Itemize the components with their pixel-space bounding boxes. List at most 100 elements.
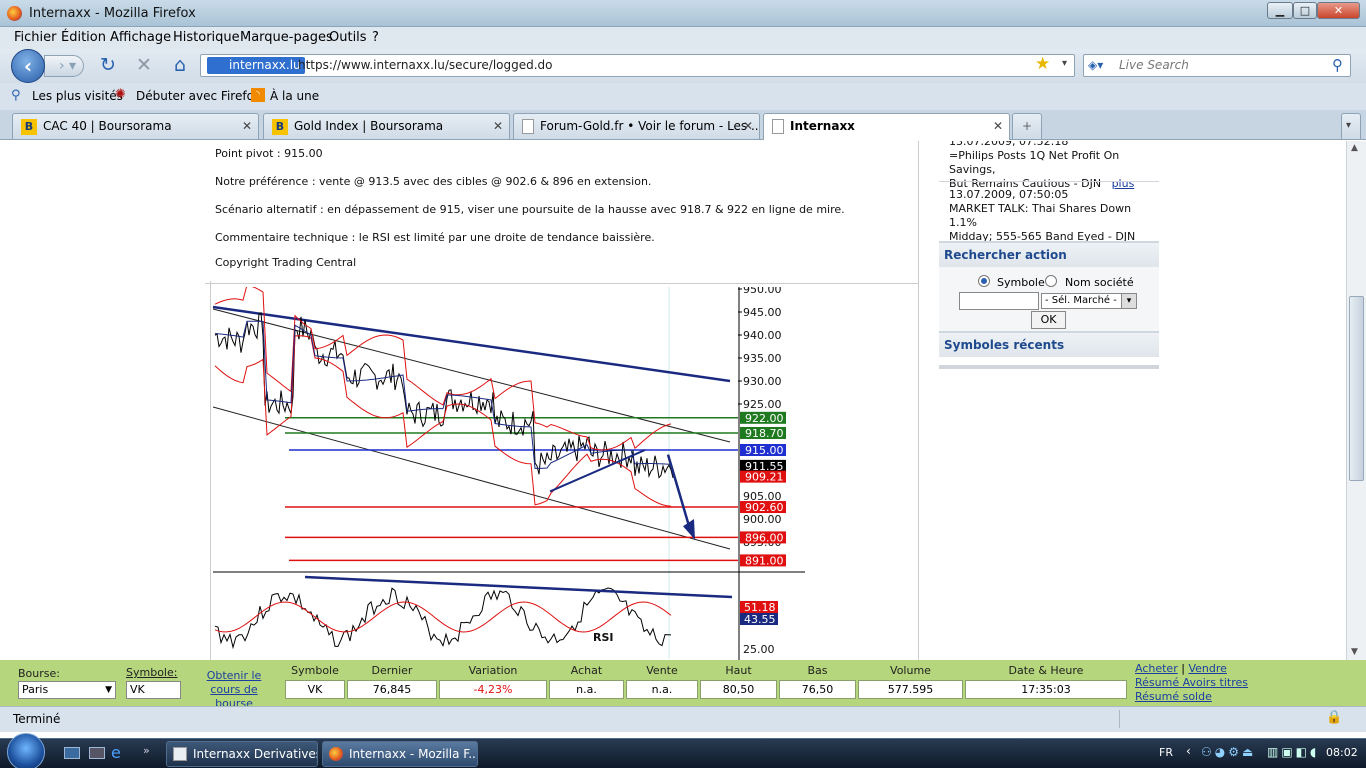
boursorama-icon: B bbox=[21, 118, 37, 135]
buy-link[interactable]: Acheter bbox=[1135, 662, 1178, 675]
show-desktop-icon[interactable] bbox=[64, 747, 80, 759]
company-radio-label: Nom société bbox=[1065, 276, 1134, 289]
get-price-link[interactable]: Obtenir le cours de bourse bbox=[194, 669, 274, 711]
close-window-button[interactable]: ✕ bbox=[1317, 2, 1360, 19]
tab-label: Internaxx bbox=[790, 119, 855, 133]
url-bar[interactable]: internaxx.lu https://www.internaxx.lu/se… bbox=[200, 54, 1075, 77]
lock-icon[interactable]: 🔒 bbox=[1326, 710, 1342, 725]
tab-close-icon[interactable]: ✕ bbox=[493, 114, 503, 138]
balance-summary-link[interactable]: Résumé solde bbox=[1135, 690, 1248, 704]
symbol-input[interactable]: VK bbox=[126, 681, 181, 699]
ok-button[interactable]: OK bbox=[1031, 311, 1066, 329]
stop-icon[interactable]: ✕ bbox=[132, 54, 156, 76]
menu-marque-pages[interactable]: Marque-pages bbox=[240, 30, 333, 45]
search-input[interactable]: Live Search bbox=[1119, 58, 1189, 72]
scroll-down-icon[interactable]: ▼ bbox=[1351, 647, 1358, 657]
start-button[interactable] bbox=[7, 733, 45, 768]
page-icon bbox=[772, 119, 784, 134]
search-icon[interactable]: ⚲ bbox=[1332, 56, 1343, 74]
quicklaunch-more-icon[interactable]: » bbox=[143, 744, 150, 757]
holdings-summary-link[interactable]: Résumé Avoirs titres bbox=[1135, 676, 1248, 690]
clock[interactable]: 08:02 bbox=[1326, 746, 1358, 759]
bookmark-getting-started[interactable]: Débuter avec Firefox bbox=[136, 89, 261, 103]
tab-label: CAC 40 | Boursorama bbox=[43, 119, 172, 133]
menu-edition[interactable]: Édition bbox=[61, 30, 106, 45]
page-content: Point pivot : 915.00 Notre préférence : … bbox=[0, 141, 1346, 660]
tab-forum-gold[interactable]: Forum-Gold.fr • Voir le forum - Les ... … bbox=[513, 113, 760, 139]
tray-expand-icon[interactable]: ‹ bbox=[1186, 744, 1191, 758]
firefox-icon bbox=[329, 747, 343, 761]
col-header-ask: Vente bbox=[646, 664, 678, 677]
scrollbar-thumb[interactable] bbox=[1349, 296, 1364, 481]
page-icon bbox=[522, 119, 534, 134]
firefox-icon bbox=[7, 6, 22, 21]
col-header-high: Haut bbox=[725, 664, 752, 677]
taskbar-item-label: Internaxx - Mozilla F... bbox=[349, 747, 478, 761]
bookmark-most-visited[interactable]: Les plus visités bbox=[32, 89, 123, 103]
maximize-button[interactable]: □ bbox=[1293, 2, 1317, 19]
symbol-radio[interactable] bbox=[978, 275, 990, 287]
menu-outils[interactable]: Outils bbox=[329, 30, 367, 45]
menu-fichier[interactable]: Fichier bbox=[14, 30, 57, 45]
menu-help[interactable]: ? bbox=[372, 30, 379, 45]
bookmark-headlines[interactable]: À la une bbox=[270, 89, 319, 103]
search-box[interactable]: ◈▾ Live Search ⚲ bbox=[1083, 54, 1351, 77]
level-label: 922.00 bbox=[745, 412, 784, 425]
reload-icon[interactable]: ↻ bbox=[96, 54, 120, 76]
menu-affichage[interactable]: Affichage bbox=[110, 30, 171, 45]
title-bar: Internaxx - Mozilla Firefox ▁ □ ✕ bbox=[0, 0, 1366, 27]
language-indicator[interactable]: FR bbox=[1159, 746, 1173, 759]
cell-high: 80,50 bbox=[700, 680, 777, 699]
back-button[interactable]: ‹ bbox=[11, 49, 45, 83]
bourse-select[interactable]: Paris ▼ bbox=[18, 681, 116, 699]
tab-close-icon[interactable]: ✕ bbox=[993, 114, 1003, 138]
column-divider bbox=[918, 141, 919, 660]
tab-list-icon[interactable]: ▾ bbox=[1341, 113, 1361, 139]
y-tick-label: 940.00 bbox=[743, 329, 782, 342]
divider bbox=[205, 283, 919, 284]
taskbar-item-derivatives[interactable]: Internaxx Derivatives... bbox=[166, 741, 318, 767]
taskbar-item-firefox[interactable]: Internaxx - Mozilla F... bbox=[322, 741, 478, 767]
status-text: Terminé bbox=[13, 712, 61, 726]
alternative-text: Scénario alternatif : en dépassement de … bbox=[215, 203, 845, 216]
recent-symbols-heading[interactable]: Symboles récents bbox=[939, 331, 1159, 357]
divider bbox=[1119, 710, 1120, 728]
bookmark-star-icon[interactable]: ★ bbox=[1035, 54, 1050, 74]
tab-close-icon[interactable]: ✕ bbox=[743, 114, 753, 138]
forward-button[interactable]: › ▾ bbox=[44, 55, 84, 77]
ie-icon[interactable]: e bbox=[111, 743, 121, 762]
y-tick-label: 930.00 bbox=[743, 375, 782, 388]
new-tab-button[interactable]: + bbox=[1012, 113, 1042, 139]
symbol-label: Symbole: bbox=[126, 666, 178, 679]
market-select[interactable]: - Sél. Marché - ▾ bbox=[1041, 293, 1137, 309]
home-icon[interactable]: ⌂ bbox=[168, 54, 192, 76]
menu-historique[interactable]: Historique bbox=[173, 30, 240, 45]
tab-cac40[interactable]: B CAC 40 | Boursorama ✕ bbox=[12, 113, 259, 139]
switch-windows-icon[interactable] bbox=[89, 747, 105, 759]
search-engine-icon[interactable]: ◈▾ bbox=[1088, 58, 1103, 72]
divider bbox=[939, 181, 1159, 182]
tray-icons[interactable]: ⚇◕⚙⏏ bbox=[1201, 745, 1256, 759]
level-label: 891.00 bbox=[745, 554, 784, 567]
sell-link[interactable]: Vendre bbox=[1188, 662, 1226, 675]
symbol-search-input[interactable] bbox=[959, 292, 1039, 310]
chevron-down-icon: ▼ bbox=[105, 685, 112, 695]
scroll-up-icon[interactable]: ▲ bbox=[1351, 143, 1358, 153]
minimize-button[interactable]: ▁ bbox=[1267, 2, 1293, 19]
symbol-radio-label: Symbole bbox=[997, 276, 1045, 289]
y-tick-label: 900.00 bbox=[743, 513, 782, 526]
tab-gold-index[interactable]: B Gold Index | Boursorama ✕ bbox=[263, 113, 510, 139]
company-radio[interactable] bbox=[1045, 275, 1057, 287]
vertical-scrollbar[interactable]: ▲ ▼ bbox=[1346, 141, 1366, 660]
tab-internaxx[interactable]: Internaxx ✕ bbox=[763, 113, 1010, 140]
tab-label: Forum-Gold.fr • Voir le forum - Les ... bbox=[540, 119, 760, 133]
url-dropdown-icon[interactable]: ▾ bbox=[1062, 58, 1067, 69]
level-label: 909.21 bbox=[745, 471, 784, 484]
search-action-heading: Rechercher action bbox=[939, 241, 1159, 267]
getting-started-icon: ✺ bbox=[115, 87, 126, 102]
site-identity-badge[interactable]: internaxx.lu bbox=[207, 57, 305, 74]
tab-close-icon[interactable]: ✕ bbox=[242, 114, 252, 138]
cell-bid: n.a. bbox=[549, 680, 624, 699]
tray-icons-2[interactable]: ▥▣◧◖ bbox=[1267, 745, 1319, 759]
url-text[interactable]: https://www.internaxx.lu/secure/logged.d… bbox=[298, 58, 553, 72]
